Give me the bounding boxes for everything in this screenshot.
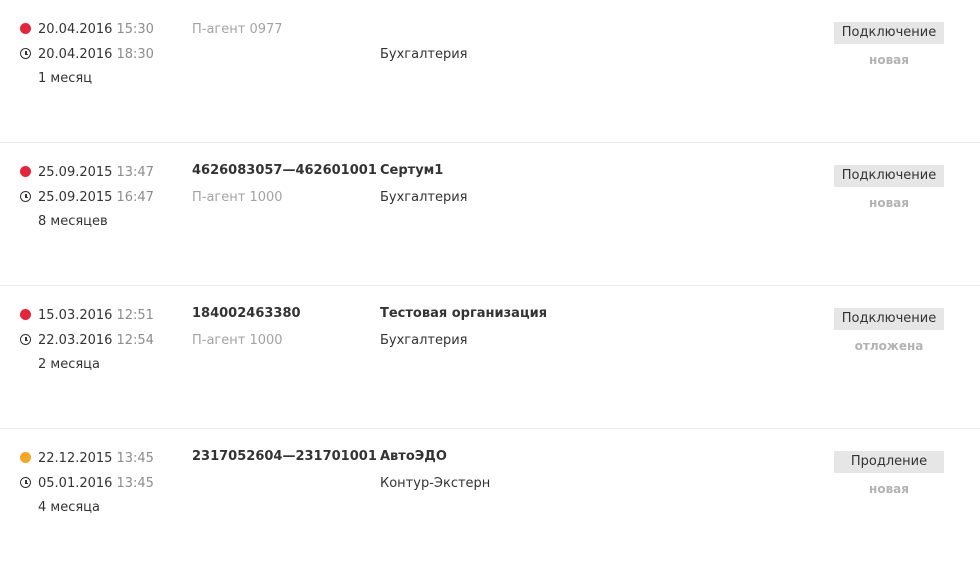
status-label: новая	[869, 196, 909, 210]
agent-name: П-агент 1000	[192, 190, 283, 205]
circle-dot-icon	[20, 452, 31, 463]
circle-dot-icon	[20, 23, 31, 34]
requests-list: 20.04.2016 15:30 20.04.2016 18:30 1 месяц …	[0, 0, 980, 571]
deadline-datetime: 22.03.2016 12:54	[20, 333, 154, 349]
deadline-time: 16:47	[116, 190, 154, 205]
created-date: 15.03.2016	[38, 308, 113, 323]
request-row[interactable]: 25.09.2015 13:47 25.09.2015 16:47 8 месяце…	[0, 143, 980, 286]
agent-name: П-агент 0977	[192, 22, 283, 37]
circle-dot-icon	[20, 309, 31, 320]
created-date: 25.09.2015	[38, 165, 113, 180]
inn-kpp: 2317052604—231701001	[192, 449, 377, 464]
request-row[interactable]: 20.04.2016 15:30 20.04.2016 18:30 1 месяц …	[0, 0, 980, 143]
created-time: 12:51	[116, 308, 154, 323]
clock-icon	[20, 191, 31, 202]
created-datetime: 22.12.2015 13:45	[20, 451, 154, 467]
created-date: 20.04.2016	[38, 22, 113, 37]
request-type-button[interactable]: Подключение	[834, 165, 944, 187]
deadline-date: 22.03.2016	[38, 333, 113, 348]
created-datetime: 15.03.2016 12:51	[20, 308, 154, 324]
deadline-date: 25.09.2015	[38, 190, 113, 205]
deadline-datetime: 05.01.2016 13:45	[20, 476, 154, 492]
request-row[interactable]: 22.12.2015 13:45 05.01.2016 13:45 4 месяца…	[0, 429, 980, 572]
request-type-button[interactable]: Продление	[834, 451, 944, 473]
clock-icon	[20, 48, 31, 59]
status-label: новая	[869, 53, 909, 67]
inn-kpp: 4626083057—462601001	[192, 163, 377, 178]
request-row[interactable]: 15.03.2016 12:51 22.03.2016 12:54 2 месяца…	[0, 286, 980, 429]
product-name: Бухгалтерия	[380, 333, 468, 348]
created-date: 22.12.2015	[38, 451, 113, 466]
created-time: 13:47	[116, 165, 154, 180]
deadline-date: 20.04.2016	[38, 47, 113, 62]
duration: 1 месяц	[38, 71, 93, 86]
circle-dot-icon	[20, 166, 31, 177]
status-label: отложена	[854, 339, 924, 353]
product-name: Бухгалтерия	[380, 47, 468, 62]
organization-name[interactable]: АвтоЭДО	[380, 449, 447, 465]
product-name: Бухгалтерия	[380, 190, 468, 205]
request-type-button[interactable]: Подключение	[834, 22, 944, 44]
duration: 4 месяца	[38, 500, 100, 515]
created-time: 15:30	[116, 22, 154, 37]
deadline-datetime: 20.04.2016 18:30	[20, 47, 154, 63]
product-name: Контур-Экстерн	[380, 476, 491, 491]
duration: 2 месяца	[38, 357, 100, 372]
clock-icon	[20, 334, 31, 345]
deadline-date: 05.01.2016	[38, 476, 113, 491]
deadline-time: 13:45	[116, 476, 154, 491]
organization-name[interactable]: Сертум1	[380, 163, 443, 179]
created-time: 13:45	[116, 451, 154, 466]
request-type-button[interactable]: Подключение	[834, 308, 944, 330]
status-label: новая	[869, 482, 909, 496]
deadline-time: 18:30	[116, 47, 154, 62]
created-datetime: 25.09.2015 13:47	[20, 165, 154, 181]
deadline-datetime: 25.09.2015 16:47	[20, 190, 154, 206]
duration: 8 месяцев	[38, 214, 108, 229]
inn-kpp: 184002463380	[192, 306, 301, 321]
created-datetime: 20.04.2016 15:30	[20, 22, 154, 38]
deadline-time: 12:54	[116, 333, 154, 348]
agent-name: П-агент 1000	[192, 333, 283, 348]
clock-icon	[20, 477, 31, 488]
organization-name[interactable]: Тестовая организация	[380, 306, 547, 322]
